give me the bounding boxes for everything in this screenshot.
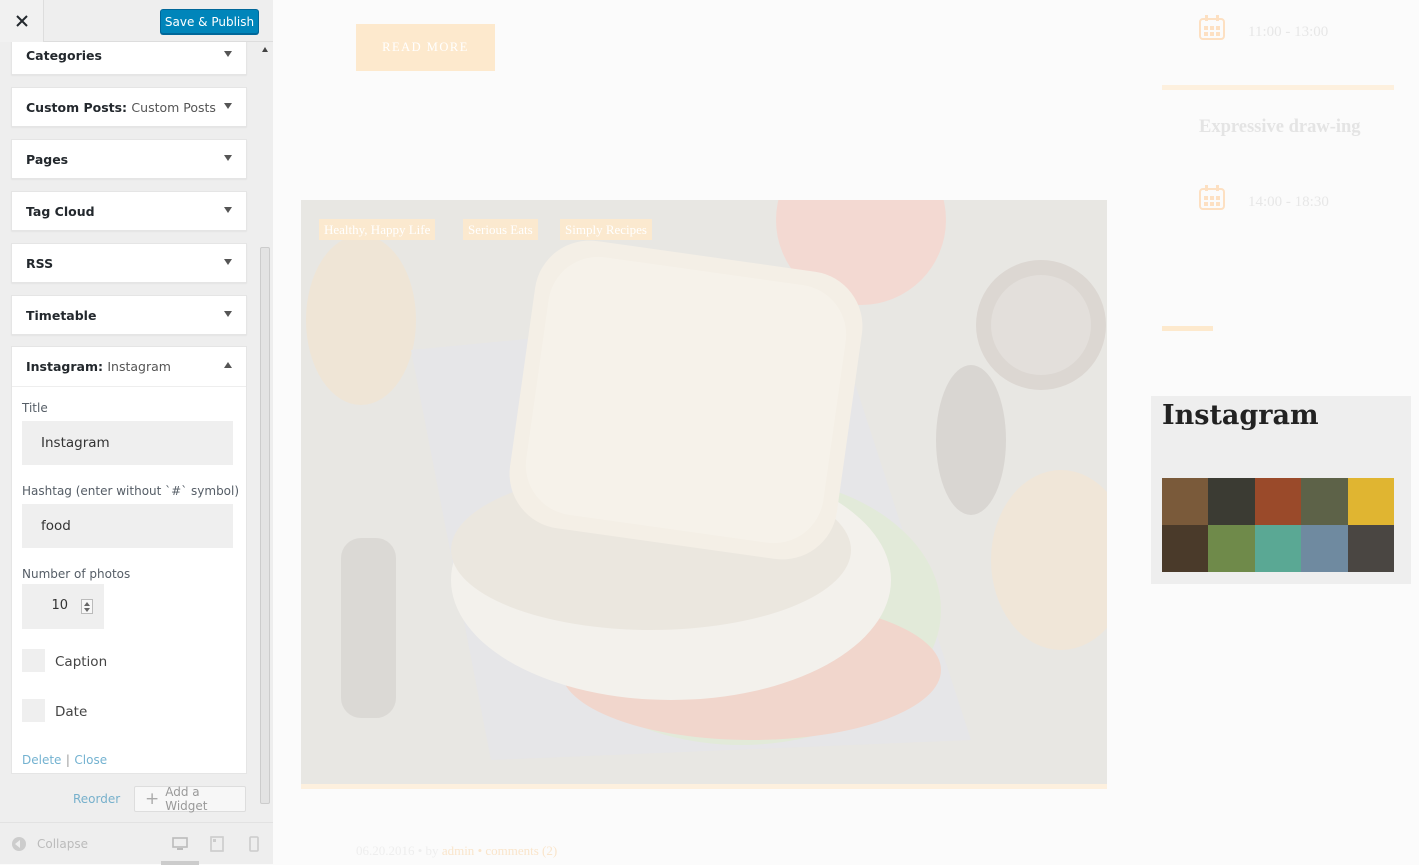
title-label: Title	[22, 401, 48, 415]
post-date: 06.20.2016	[356, 843, 415, 858]
customizer-header: Save & Publish	[0, 0, 273, 42]
hashtag-input[interactable]: food	[22, 504, 233, 548]
post-by: • by	[417, 843, 439, 858]
reorder-link[interactable]: Reorder	[73, 792, 120, 806]
save-publish-button[interactable]: Save & Publish	[160, 9, 259, 34]
calendar-icon	[1199, 185, 1225, 210]
instagram-photo[interactable]	[1347, 525, 1394, 572]
scroll-up-arrow[interactable]	[262, 47, 268, 52]
instagram-photo[interactable]	[1301, 478, 1348, 525]
scrollbar-thumb[interactable]	[260, 247, 270, 804]
widget-instagram-header[interactable]: Instagram: Instagram	[12, 347, 246, 387]
site-preview: READ MORE Healthy, Happy Life Serious Ea…	[274, 0, 1419, 864]
date-label: Date	[55, 704, 88, 720]
instagram-photo-grid	[1162, 478, 1394, 572]
chevron-down-icon[interactable]	[224, 51, 232, 57]
actions-separator: |	[65, 753, 70, 767]
customizer-sidebar: Save & Publish Categories Custom Posts: …	[0, 0, 273, 865]
close-link[interactable]: Close	[74, 753, 107, 767]
close-icon	[15, 15, 28, 27]
collapse-button[interactable]: Collapse	[12, 837, 88, 851]
widget-pages[interactable]: Pages	[11, 139, 247, 179]
instagram-photo[interactable]	[1254, 478, 1302, 525]
widget-title: Pages	[26, 152, 69, 167]
widget-title: RSS	[26, 256, 54, 271]
instagram-photo[interactable]	[1208, 525, 1255, 572]
chevron-down-icon[interactable]	[224, 259, 232, 265]
featured-image: Healthy, Happy Life Serious Eats Simply …	[301, 200, 1107, 784]
number-of-photos-value: 10	[51, 598, 68, 613]
instagram-photo[interactable]	[1162, 525, 1209, 572]
date-checkbox[interactable]	[22, 699, 45, 722]
customizer-footer: Collapse	[0, 822, 273, 865]
widget-tag-cloud[interactable]: Tag Cloud	[11, 191, 247, 231]
instagram-photo[interactable]	[1162, 478, 1209, 525]
post-meta: 06.20.2016 • by admin • comments (2)	[356, 843, 557, 859]
title-input[interactable]: Instagram	[22, 421, 233, 465]
plus-icon: +	[145, 789, 160, 809]
category-tag[interactable]: Serious Eats	[463, 219, 538, 240]
number-of-photos-label: Number of photos	[22, 567, 131, 581]
widget-title: Tag Cloud	[26, 204, 95, 219]
widget-categories[interactable]: Categories	[11, 42, 247, 75]
stepper-arrows[interactable]	[81, 599, 93, 614]
event-time: 11:00 - 13:00	[1248, 24, 1329, 40]
event-title[interactable]: Expressive draw-ing	[1199, 115, 1389, 139]
tablet-icon[interactable]	[210, 836, 224, 852]
timetable-divider	[1162, 85, 1394, 90]
read-more-button[interactable]: READ MORE	[356, 24, 495, 71]
close-button[interactable]	[0, 0, 44, 42]
delete-link[interactable]: Delete	[22, 753, 61, 767]
widget-title: Timetable	[26, 308, 97, 323]
number-of-photos-stepper[interactable]: 10	[22, 584, 104, 629]
widget-timetable[interactable]: Timetable	[11, 295, 247, 335]
widget-title: Custom Posts: Custom Posts	[26, 100, 216, 115]
instagram-widget-preview: Instagram	[1151, 396, 1411, 584]
chevron-down-icon[interactable]	[224, 311, 232, 317]
chevron-down-icon[interactable]	[224, 103, 232, 109]
desktop-icon[interactable]	[172, 836, 188, 852]
post-comments-link[interactable]: • comments (2)	[478, 843, 558, 858]
instagram-photo[interactable]	[1208, 478, 1255, 525]
event-time: 14:00 - 18:30	[1248, 194, 1329, 210]
instagram-heading: Instagram	[1162, 400, 1319, 431]
active-device-indicator	[161, 861, 199, 865]
widget-list: Categories Custom Posts: Custom Posts Pa…	[0, 42, 258, 822]
collapse-label: Collapse	[37, 837, 88, 851]
hashtag-label: Hashtag (enter without `#` symbol)	[22, 484, 240, 498]
section-divider	[1162, 326, 1213, 331]
widget-title: Categories	[26, 48, 102, 63]
instagram-photo[interactable]	[1254, 525, 1302, 572]
category-tag[interactable]: Healthy, Happy Life	[319, 219, 436, 240]
chevron-down-icon[interactable]	[224, 155, 232, 161]
widget-actions: Delete | Close	[22, 751, 107, 769]
add-widget-button[interactable]: + Add a Widget	[134, 785, 246, 813]
sandwich-photo	[301, 200, 1107, 784]
instagram-photo[interactable]	[1301, 525, 1348, 572]
widget-custom-posts[interactable]: Custom Posts: Custom Posts	[11, 87, 247, 127]
widget-instagram: Instagram: Instagram Title Instagram Has…	[11, 346, 247, 774]
chevron-down-icon[interactable]	[224, 207, 232, 213]
add-widget-label: Add a Widget	[165, 785, 208, 813]
widget-rss[interactable]: RSS	[11, 243, 247, 283]
category-tag[interactable]: Simply Recipes	[560, 219, 652, 240]
post-author-link[interactable]: admin	[442, 843, 475, 858]
collapse-icon	[12, 837, 26, 851]
caption-label: Caption	[55, 654, 108, 670]
instagram-photo[interactable]	[1347, 478, 1394, 525]
sidebar-scrollbar[interactable]	[258, 42, 273, 822]
caption-checkbox[interactable]	[22, 649, 45, 672]
calendar-icon	[1199, 15, 1225, 40]
mobile-icon[interactable]	[249, 836, 259, 852]
chevron-up-icon[interactable]	[224, 362, 232, 368]
widget-title: Instagram: Instagram	[26, 359, 171, 374]
feature-underline	[301, 784, 1107, 789]
